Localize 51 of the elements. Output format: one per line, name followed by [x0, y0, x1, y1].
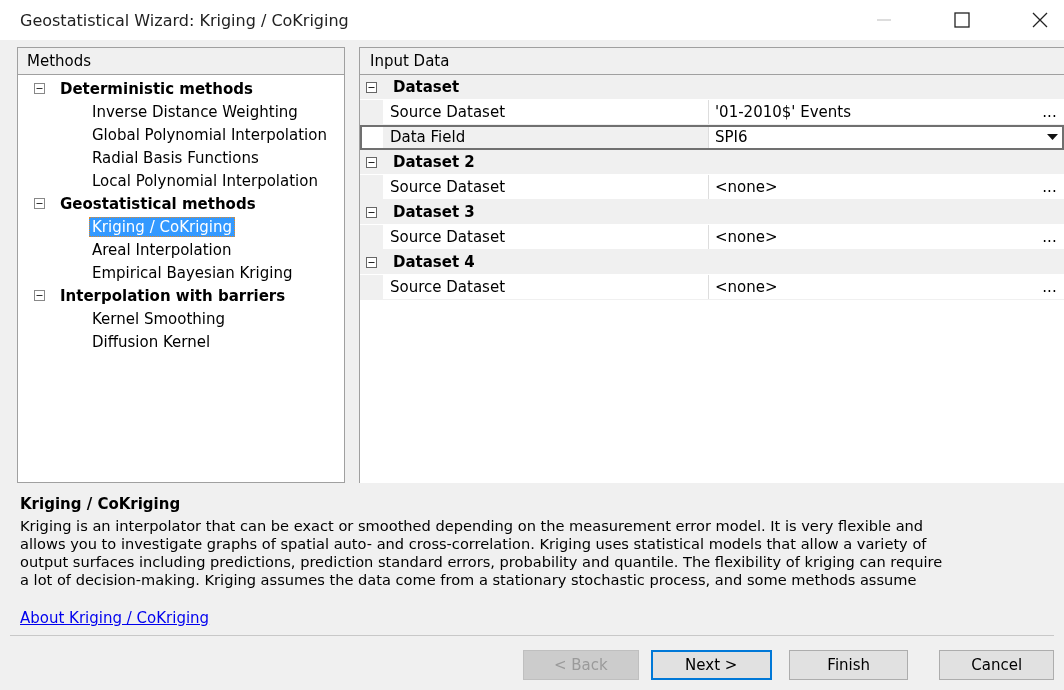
property-name: Data Field	[383, 125, 709, 149]
collapse-icon[interactable]	[366, 206, 377, 218]
category-label: Dataset 2	[393, 153, 475, 171]
wizard-button[interactable]: Cancel	[939, 650, 1054, 680]
property-name: Source Dataset	[383, 275, 709, 299]
maximize-icon[interactable]	[954, 12, 970, 28]
tree-item[interactable]: Diffusion Kernel	[89, 331, 214, 352]
collapse-icon[interactable]	[34, 83, 45, 94]
tree-item[interactable]: Radial Basis Functions	[89, 147, 262, 168]
tree-item[interactable]: Kernel Smoothing	[89, 308, 228, 329]
property-name: Source Dataset	[383, 100, 709, 124]
window-title: Geostatistical Wizard: Kriging / CoKriging	[20, 10, 349, 30]
collapse-icon[interactable]	[34, 198, 45, 209]
column-header: Methods	[18, 48, 344, 75]
property-value[interactable]: '01-2010$' Events	[709, 100, 1035, 124]
description-text: output surfaces including predictions, prediction standard errors, probability and quantile. The flexibility of kriging can require	[20, 553, 944, 571]
description-text: Kriging is an interpolator that can be exact or smoothed depending on the measurement error model. It is very flexible and	[20, 517, 925, 535]
browse-button[interactable]: ...	[1035, 100, 1064, 124]
description-text: a lot of decision-making. Kriging assumes the data come from a stationary stochastic process, and some methods assume	[20, 571, 918, 589]
tree-item[interactable]: Areal Interpolation	[89, 239, 235, 260]
column-header: Input Data	[360, 48, 1064, 75]
tree-item[interactable]: Local Polynomial Interpolation	[89, 170, 321, 191]
tree-group[interactable]: Interpolation with barriers	[60, 286, 286, 305]
property-name: Source Dataset	[383, 225, 709, 249]
help-link[interactable]: About Kriging / CoKriging	[20, 609, 210, 627]
property-name: Source Dataset	[383, 175, 709, 199]
description-text: allows you to investigate graphs of spatial auto- and cross-correlation. Kriging uses statistical models that allow a variety of	[20, 535, 928, 553]
selected-row[interactable]: Data Field SPI6	[360, 125, 1064, 150]
category-label: Dataset 3	[393, 203, 475, 221]
browse-button[interactable]: ...	[1035, 275, 1064, 299]
wizard-button[interactable]: Next >	[650, 650, 772, 680]
description-title: Kriging / CoKriging	[20, 495, 182, 513]
tree-item[interactable]: Inverse Distance Weighting	[89, 101, 301, 122]
property-value[interactable]: <none>	[709, 275, 1035, 299]
close-icon[interactable]	[1032, 12, 1048, 28]
collapse-icon[interactable]	[366, 81, 377, 93]
tree-group[interactable]: Deterministic methods	[60, 79, 253, 98]
collapse-icon[interactable]	[366, 256, 377, 268]
category-label: Dataset 4	[393, 253, 475, 271]
collapse-icon[interactable]	[366, 156, 377, 168]
tree-item[interactable]: Empirical Bayesian Kriging	[89, 262, 296, 283]
property-value[interactable]: <none>	[709, 175, 1035, 199]
tree-item[interactable]: Global Polynomial Interpolation	[89, 124, 330, 145]
browse-button[interactable]: ...	[1035, 225, 1064, 249]
collapse-icon[interactable]	[34, 290, 45, 301]
tree-group[interactable]: Geostatistical methods	[60, 194, 256, 213]
property-value[interactable]: <none>	[709, 225, 1035, 249]
category-label: Dataset	[393, 78, 460, 96]
wizard-button[interactable]: Finish	[789, 650, 909, 680]
dropdown-arrow-icon[interactable]	[1047, 134, 1058, 140]
browse-button[interactable]: ...	[1035, 175, 1064, 199]
